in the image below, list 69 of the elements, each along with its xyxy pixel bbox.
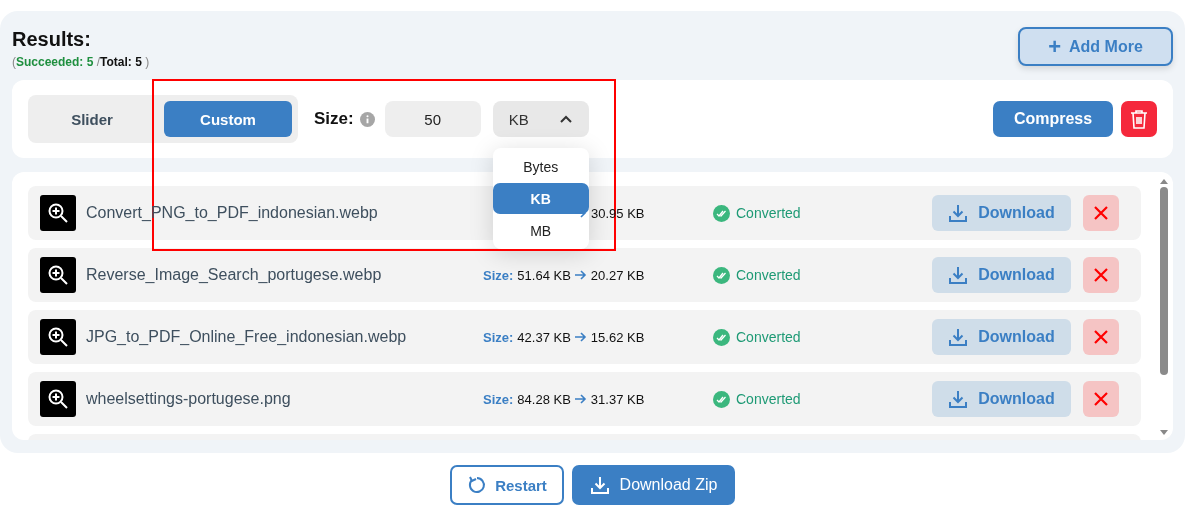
zoom-button[interactable] bbox=[40, 257, 76, 293]
chevron-up-icon bbox=[558, 114, 573, 124]
zoom-in-icon bbox=[47, 326, 69, 348]
unit-option[interactable]: MB bbox=[492, 215, 589, 246]
scroll-down-icon[interactable] bbox=[1159, 430, 1169, 436]
size-caption: Size: bbox=[483, 329, 514, 345]
compressed-size: 15.62 KB bbox=[590, 329, 645, 345]
remove-button[interactable] bbox=[1083, 257, 1119, 293]
remove-button[interactable] bbox=[1083, 319, 1119, 355]
arrow-right-icon bbox=[574, 394, 587, 404]
remove-button[interactable] bbox=[1083, 381, 1119, 417]
close-icon bbox=[1094, 268, 1108, 282]
download-zip-button[interactable]: Download Zip bbox=[572, 465, 735, 505]
download-button[interactable]: Download bbox=[932, 381, 1071, 417]
close-icon bbox=[1094, 392, 1108, 406]
download-icon bbox=[948, 265, 969, 285]
download-icon bbox=[948, 327, 969, 347]
compressed-size: 20.27 KB bbox=[590, 267, 645, 283]
unit-select[interactable]: KB bbox=[492, 101, 589, 137]
check-circle-icon bbox=[713, 328, 730, 346]
remove-button[interactable] bbox=[1083, 195, 1119, 231]
download-icon bbox=[948, 389, 969, 409]
check-circle-icon bbox=[713, 204, 730, 222]
arrow-right-icon bbox=[574, 332, 587, 342]
file-name: JPG_to_PDF_Online_Free_indonesian.webp bbox=[86, 328, 408, 346]
unit-option[interactable]: Bytes bbox=[492, 151, 589, 182]
zoom-in-icon bbox=[47, 202, 69, 224]
restart-button[interactable]: Restart bbox=[450, 465, 564, 505]
add-more-button[interactable]: + Add More bbox=[1018, 27, 1173, 66]
original-size: 42.37 KB bbox=[517, 329, 571, 345]
info-icon[interactable] bbox=[359, 111, 375, 127]
zoom-in-icon bbox=[47, 264, 69, 286]
restart-icon bbox=[467, 475, 488, 495]
status-text: Converted bbox=[736, 205, 801, 221]
file-name: wheelsettings-portugese.png bbox=[86, 390, 292, 408]
unit-option[interactable]: KB bbox=[492, 183, 589, 214]
compress-button[interactable]: Compress bbox=[993, 101, 1113, 137]
zoom-in-icon bbox=[47, 388, 69, 410]
size-caption: Size: bbox=[483, 391, 514, 407]
compressed-size: 31.37 KB bbox=[590, 391, 645, 407]
size-caption: Size: bbox=[483, 267, 514, 283]
results-counts: (Succeeded: 5 /Total: 5 ) bbox=[12, 55, 150, 69]
download-button[interactable]: Download bbox=[932, 195, 1071, 231]
original-size: 51.64 KB bbox=[517, 267, 571, 283]
check-circle-icon bbox=[713, 390, 730, 408]
zoom-button[interactable] bbox=[40, 195, 76, 231]
download-icon bbox=[948, 203, 969, 223]
original-size: 84.28 KB bbox=[517, 391, 571, 407]
zoom-button[interactable] bbox=[40, 319, 76, 355]
status-text: Converted bbox=[736, 329, 801, 345]
mode-tab[interactable]: Custom bbox=[164, 101, 292, 137]
download-button[interactable]: Download bbox=[932, 257, 1071, 293]
check-circle-icon bbox=[713, 266, 730, 284]
arrow-right-icon bbox=[574, 270, 587, 280]
trash-icon bbox=[1130, 109, 1148, 129]
scroll-up-icon[interactable] bbox=[1159, 178, 1169, 184]
mode-tab[interactable]: Slider bbox=[28, 101, 156, 137]
file-name: Reverse_Image_Search_portugese.webp bbox=[86, 266, 383, 284]
delete-all-button[interactable] bbox=[1121, 101, 1157, 137]
status-text: Converted bbox=[736, 267, 801, 283]
close-icon bbox=[1094, 330, 1108, 344]
results-title: Results: bbox=[12, 28, 92, 51]
size-label: Size: bbox=[314, 109, 354, 129]
close-icon bbox=[1094, 206, 1108, 220]
download-icon bbox=[589, 475, 610, 495]
size-input[interactable]: 50 bbox=[384, 101, 481, 137]
status-text: Converted bbox=[736, 391, 801, 407]
zoom-button[interactable] bbox=[40, 381, 76, 417]
download-button[interactable]: Download bbox=[932, 319, 1071, 355]
